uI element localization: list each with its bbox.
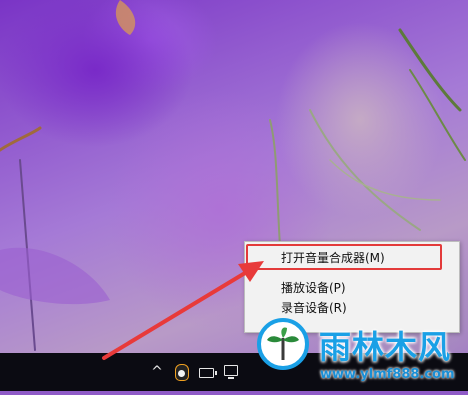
network-monitor-shape: [224, 365, 238, 379]
battery-shape: [199, 368, 217, 378]
watermark-title: 雨林木风: [319, 328, 452, 366]
watermark-logo: [257, 318, 309, 370]
watermark-url: www.ylmf888.com: [320, 367, 455, 382]
annotation-highlight-box: [246, 244, 442, 270]
battery-icon[interactable]: [197, 361, 217, 383]
watermark: 雨林木风 www.ylmf888.com: [240, 310, 468, 391]
network-icon[interactable]: [221, 361, 241, 383]
qq-icon[interactable]: [171, 361, 191, 383]
qq-penguin-belly: [178, 370, 185, 377]
chevron-up-icon[interactable]: ^: [148, 361, 166, 383]
menu-item-label: 播放设备(P): [281, 281, 346, 295]
menu-item-playback-devices[interactable]: 播放设备(P): [245, 277, 459, 299]
